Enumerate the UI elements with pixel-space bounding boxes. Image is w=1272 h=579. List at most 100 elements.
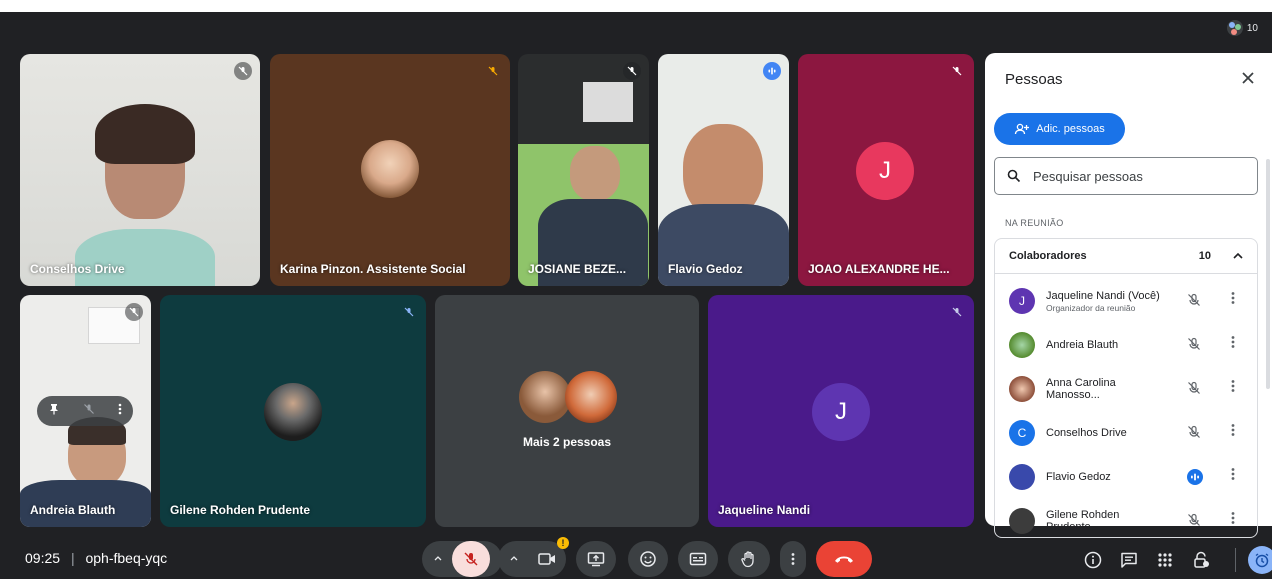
person-row[interactable]: C Conselhos Drive xyxy=(995,411,1257,455)
chevron-up-icon[interactable] xyxy=(1233,253,1243,259)
host-controls-lock-icon[interactable] xyxy=(1190,549,1212,571)
more-people-label: Mais 2 pessoas xyxy=(522,435,612,449)
muted-mic-icon[interactable] xyxy=(1187,381,1201,395)
participant-name: JOAO ALEXANDRE HE... xyxy=(808,262,950,276)
person-avatar xyxy=(1009,376,1035,402)
search-icon xyxy=(1007,169,1021,183)
more-options-icon[interactable] xyxy=(1231,423,1235,437)
person-name: Andreia Blauth xyxy=(1046,339,1119,351)
muted-mic-icon[interactable] xyxy=(1187,513,1201,527)
pin-icon[interactable] xyxy=(48,402,60,420)
participants-count-chip[interactable]: 10 xyxy=(1226,17,1258,39)
participant-name: Karina Pinzon. Assistente Social xyxy=(280,262,466,276)
add-people-button[interactable]: Adic. pessoas xyxy=(994,113,1125,145)
person-name: Anna Carolina Manosso... xyxy=(1046,377,1116,401)
more-options-icon[interactable] xyxy=(1231,511,1235,525)
participant-avatar xyxy=(565,371,617,423)
person-role: Organizador da reunião xyxy=(1046,302,1136,313)
microphone-toggle-button[interactable] xyxy=(452,541,490,577)
panel-scrollbar[interactable] xyxy=(1266,159,1270,389)
speaking-indicator-icon xyxy=(1187,469,1203,485)
end-call-icon xyxy=(835,556,853,563)
person-row[interactable]: J Jaqueline Nandi (Você) Organizador da … xyxy=(995,279,1257,323)
more-options-icon[interactable] xyxy=(1231,467,1235,481)
chevron-up-icon xyxy=(434,556,442,561)
hand-icon xyxy=(741,551,754,568)
separator: | xyxy=(70,550,75,566)
more-options-button[interactable] xyxy=(780,541,806,577)
reactions-button[interactable] xyxy=(628,541,668,577)
present-screen-icon xyxy=(587,552,605,567)
video-tile-jaqueline[interactable]: J Jaqueline Nandi xyxy=(708,295,974,527)
muted-mic-icon[interactable] xyxy=(1187,293,1201,307)
captions-button[interactable] xyxy=(678,541,718,577)
participants-icon xyxy=(1226,20,1243,36)
muted-mic-icon xyxy=(125,303,143,321)
participant-avatar xyxy=(519,371,571,423)
add-person-icon xyxy=(1015,123,1030,135)
person-row[interactable]: Gilene Rohden Prudente xyxy=(995,499,1257,537)
participant-initial-avatar: J xyxy=(856,142,914,200)
muted-mic-icon[interactable] xyxy=(1187,425,1201,439)
person-row[interactable]: Andreia Blauth xyxy=(995,323,1257,367)
leave-call-button[interactable] xyxy=(816,541,872,577)
background-label xyxy=(583,82,633,122)
speaking-indicator-icon xyxy=(763,62,781,80)
present-screen-button[interactable] xyxy=(576,541,616,577)
participant-name: Conselhos Drive xyxy=(30,262,125,276)
video-tile-flavio[interactable]: Flavio Gedoz xyxy=(658,54,789,286)
raise-hand-button[interactable] xyxy=(728,541,770,577)
people-panel: Pessoas Adic. pessoas Pesquisar pessoas … xyxy=(985,53,1272,538)
participant-video-figure xyxy=(570,146,620,201)
person-name: Jaqueline Nandi (Você) xyxy=(1046,289,1160,302)
more-options-icon[interactable] xyxy=(1231,335,1235,349)
muted-mic-icon xyxy=(484,62,502,80)
chevron-up-icon xyxy=(510,556,518,561)
person-avatar xyxy=(1009,332,1035,358)
video-tile-josiane[interactable]: JOSIANE BEZE... xyxy=(518,54,649,286)
mute-participant-icon[interactable] xyxy=(83,402,95,420)
participant-name: Andreia Blauth xyxy=(30,503,116,517)
video-tile-gilene[interactable]: Gilene Rohden Prudente xyxy=(160,295,426,527)
muted-mic-icon xyxy=(464,552,478,566)
toolbar-divider xyxy=(1235,548,1236,572)
chat-icon[interactable] xyxy=(1118,549,1140,571)
close-icon[interactable] xyxy=(1242,71,1254,89)
search-people-input[interactable]: Pesquisar pessoas xyxy=(994,157,1258,195)
person-avatar: J xyxy=(1009,288,1035,314)
browser-top-edge xyxy=(0,0,1272,12)
person-row[interactable]: Anna Carolina Manosso... xyxy=(995,367,1257,411)
person-avatar: C xyxy=(1009,420,1035,446)
video-tile-more-people[interactable]: Mais 2 pessoas xyxy=(435,295,699,527)
video-tile-joao[interactable]: J JOAO ALEXANDRE HE... xyxy=(798,54,974,286)
muted-mic-icon xyxy=(400,303,418,321)
person-row[interactable]: Flavio Gedoz xyxy=(995,455,1257,499)
participant-initial-avatar: J xyxy=(812,383,870,441)
camera-warning-badge: ! xyxy=(557,537,569,549)
video-tile-karina[interactable]: Karina Pinzon. Assistente Social xyxy=(270,54,510,286)
collaborators-header[interactable]: Colaboradores 10 xyxy=(995,239,1257,274)
panel-title: Pessoas xyxy=(1005,71,1063,88)
more-options-icon[interactable] xyxy=(118,402,122,420)
person-name: Flavio Gedoz xyxy=(1046,471,1111,483)
more-options-icon[interactable] xyxy=(1231,379,1235,393)
participant-name: Jaqueline Nandi xyxy=(718,503,811,517)
timer-icon[interactable] xyxy=(1248,546,1272,574)
add-people-label: Adic. pessoas xyxy=(1036,123,1105,135)
more-options-icon[interactable] xyxy=(1231,291,1235,305)
person-name: Conselhos Drive xyxy=(1046,427,1127,439)
camera-icon xyxy=(538,553,555,565)
tile-hover-controls xyxy=(37,396,133,426)
muted-mic-icon xyxy=(948,62,966,80)
meeting-details-icon[interactable] xyxy=(1082,549,1104,571)
participant-name: Gilene Rohden Prudente xyxy=(170,503,311,517)
video-options-button[interactable] xyxy=(498,541,566,577)
person-avatar xyxy=(1009,464,1035,490)
emoji-icon xyxy=(640,551,656,567)
muted-mic-icon[interactable] xyxy=(1187,337,1201,351)
video-tile-conselhos-drive[interactable]: Conselhos Drive xyxy=(20,54,260,286)
captions-icon xyxy=(689,552,707,566)
participant-avatar xyxy=(361,140,419,198)
bottom-control-bar: 09:25 | oph-fbeq-yqc ! xyxy=(0,537,1272,579)
activities-grid-icon[interactable] xyxy=(1154,549,1176,571)
